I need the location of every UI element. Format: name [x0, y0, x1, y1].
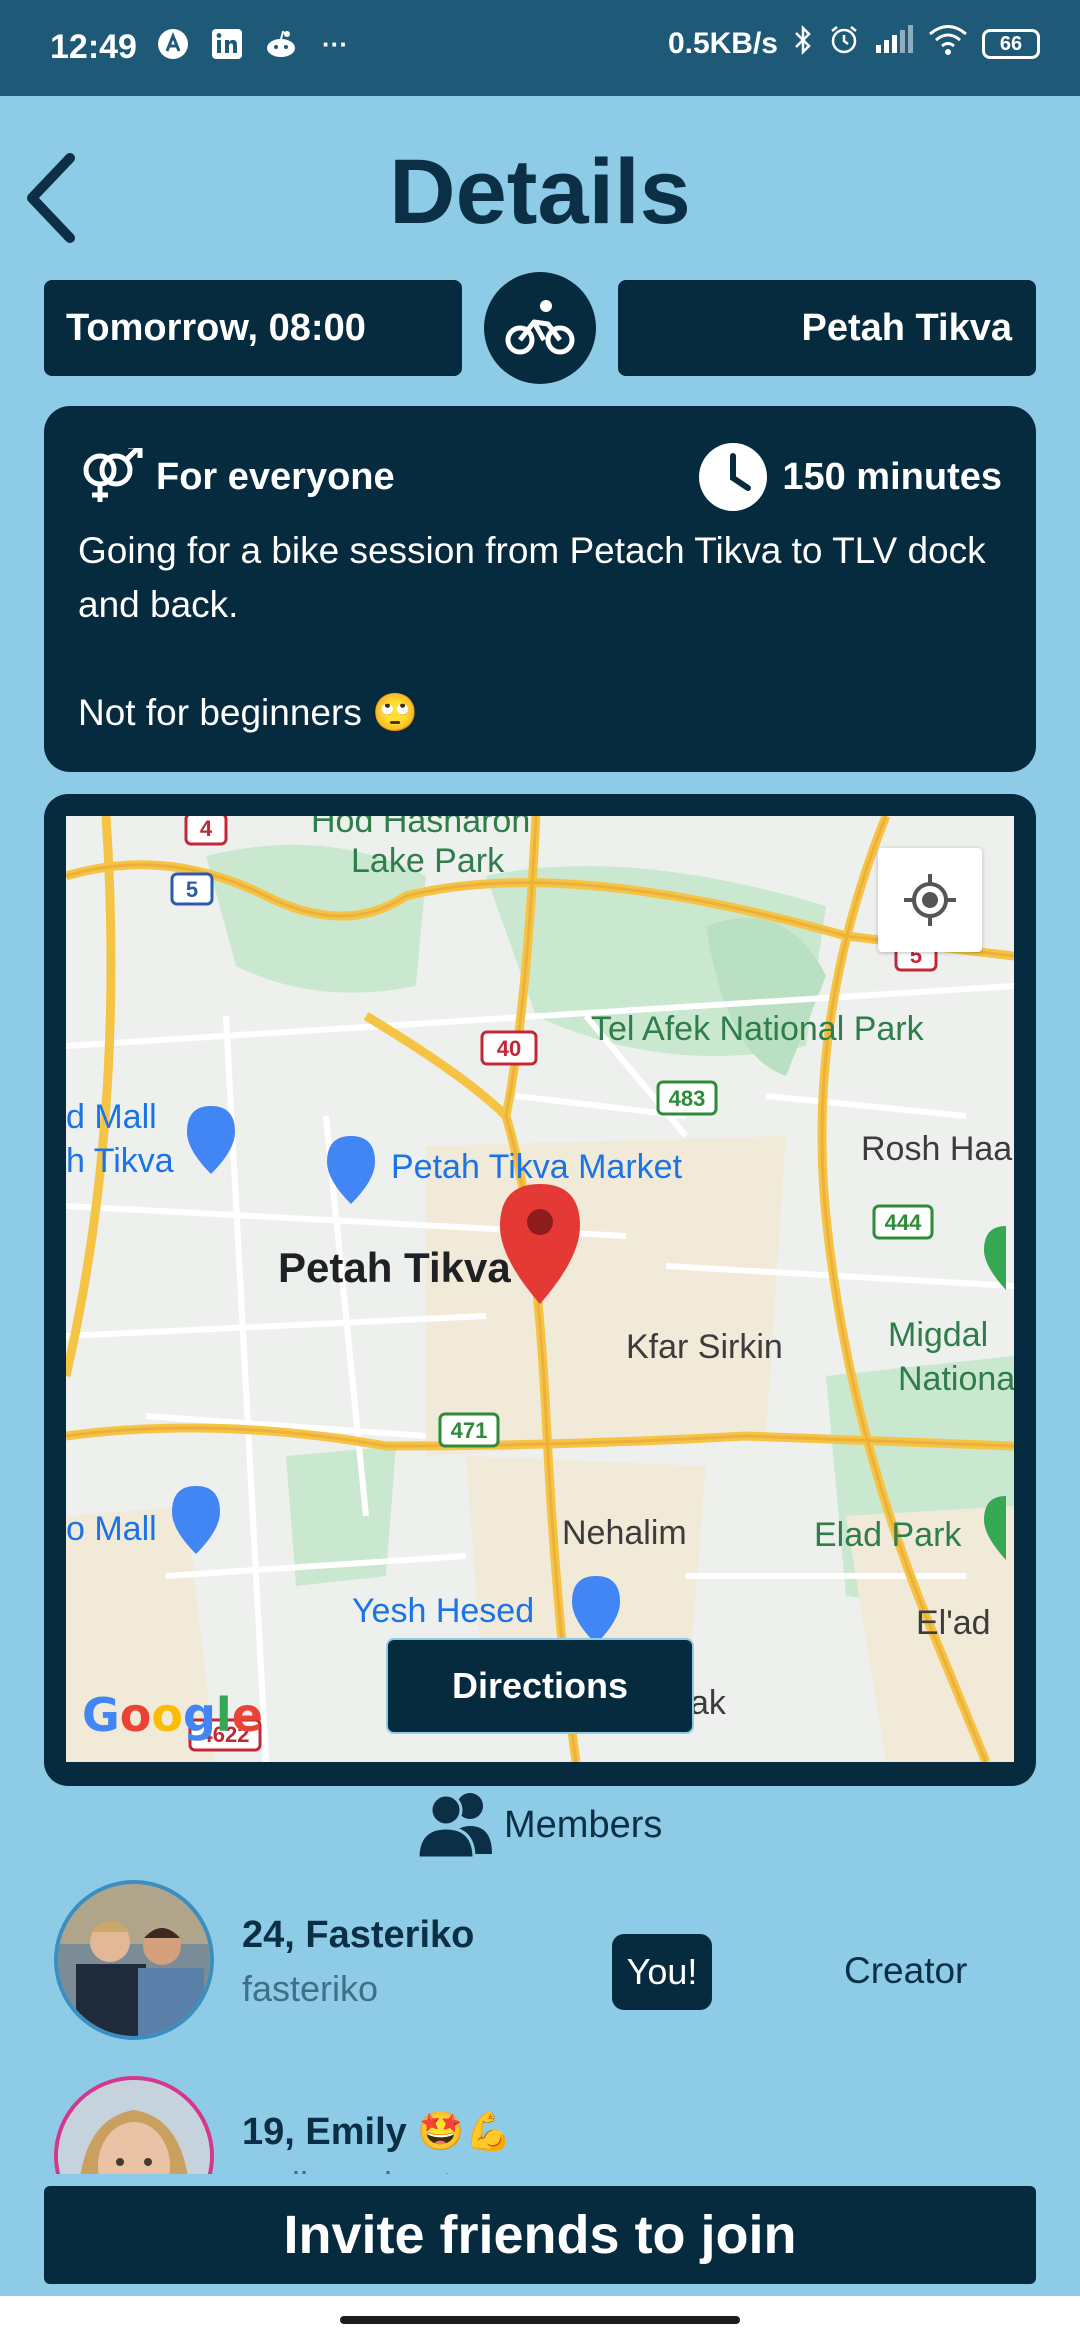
member-role: Creator	[844, 1950, 968, 1991]
status-bar: 12:49 ··· 0.5KB/s 66	[0, 0, 1080, 96]
road-shield: 40	[497, 1036, 521, 1061]
notification-icons: ···	[155, 26, 353, 62]
road-shield: 471	[451, 1418, 488, 1443]
event-datetime: Tomorrow, 08:00	[44, 280, 462, 376]
map-label: d Mall	[66, 1098, 157, 1136]
description-line: Not for beginners 🙄	[78, 692, 419, 733]
bike-icon	[505, 300, 575, 355]
member-name: 24, Fasteriko	[242, 1914, 475, 1956]
my-location-button[interactable]	[878, 848, 982, 952]
clock-icon	[699, 443, 768, 511]
map-label: ak	[690, 1684, 727, 1722]
map-label: Nehalim	[562, 1514, 687, 1552]
member-username: fasteriko	[242, 1968, 379, 2009]
map-label: El'ad	[916, 1604, 991, 1642]
home-indicator[interactable]	[340, 2316, 740, 2324]
map-label: Petah Tikva Market	[391, 1148, 683, 1186]
member-row[interactable]: 19, Emily 🤩💪 emilyworkout	[54, 2076, 1034, 2174]
map-view[interactable]: Hod Hasharon Lake Park Tel Afek National…	[66, 816, 1014, 1762]
map-label: h Tikva	[66, 1142, 174, 1180]
map-label: Kfar Sirkin	[626, 1328, 783, 1366]
member-row[interactable]: 24, Fasteriko fasteriko You! Creator	[54, 1880, 1034, 2050]
road-shield: 483	[669, 1086, 706, 1111]
members-header: Members	[414, 1790, 662, 1860]
member-list-viewport: 19, Emily 🤩💪 emilyworkout	[0, 2050, 1080, 2174]
more-icon: ···	[322, 28, 348, 59]
map-label: Petah Tikva	[278, 1244, 511, 1291]
member-username: emilyworkout	[242, 2164, 452, 2174]
crosshair-icon	[904, 874, 956, 926]
app-a-icon	[155, 26, 191, 62]
invite-friends-button[interactable]: Invite friends to join	[44, 2186, 1036, 2284]
road-shield: 5	[186, 877, 198, 902]
event-description: Going for a bike session from Petach Tik…	[78, 524, 998, 740]
audience: For everyone	[78, 448, 395, 506]
map-label: Nationa	[898, 1360, 1014, 1398]
audience-label: For everyone	[156, 455, 395, 498]
signal-icon	[874, 25, 914, 63]
members-label: Members	[504, 1803, 663, 1846]
road-shield: 4	[200, 816, 213, 841]
map-label: Migdal	[888, 1316, 988, 1354]
map-canvas: Hod Hasharon Lake Park Tel Afek National…	[66, 816, 1014, 1762]
map-card: Hod Hasharon Lake Park Tel Afek National…	[44, 794, 1036, 1786]
road-shield: 444	[885, 1210, 922, 1235]
duration-label: 150 minutes	[782, 455, 1002, 498]
avatar	[54, 2076, 214, 2174]
reddit-icon	[263, 26, 299, 62]
people-icon	[416, 1793, 492, 1860]
avatar	[54, 1880, 214, 2040]
you-badge: You!	[612, 1934, 712, 2010]
duration: 150 minutes	[698, 442, 1002, 512]
directions-button[interactable]: Directions	[386, 1638, 694, 1734]
map-label: Hod Hasharon	[311, 816, 530, 840]
alarm-icon	[828, 24, 860, 64]
wifi-icon	[928, 24, 968, 64]
map-label: Elad Park	[814, 1516, 962, 1554]
map-label: Rosh Haa	[861, 1130, 1012, 1168]
page-title: Details	[389, 141, 691, 243]
map-label: Tel Afek National Park	[591, 1010, 925, 1048]
status-right: 0.5KB/s 66	[668, 24, 1040, 64]
google-logo: Google	[82, 1688, 263, 1742]
event-info-card: For everyone 150 minutes Going for a bik…	[44, 406, 1036, 772]
activity-badge	[484, 272, 596, 384]
map-label: o Mall	[66, 1510, 157, 1548]
status-time: 12:49	[50, 28, 137, 66]
battery-indicator: 66	[982, 29, 1040, 59]
member-name: 19, Emily 🤩💪	[242, 2111, 512, 2153]
event-city: Petah Tikva	[618, 280, 1036, 376]
net-speed: 0.5KB/s	[667, 27, 778, 60]
description-line: Going for a bike session from Petach Tik…	[78, 530, 986, 625]
bluetooth-icon	[792, 24, 814, 64]
gender-icon	[83, 448, 143, 502]
map-label: Lake Park	[351, 842, 505, 880]
map-label: Yesh Hesed	[352, 1592, 534, 1630]
linkedin-icon	[209, 26, 245, 62]
